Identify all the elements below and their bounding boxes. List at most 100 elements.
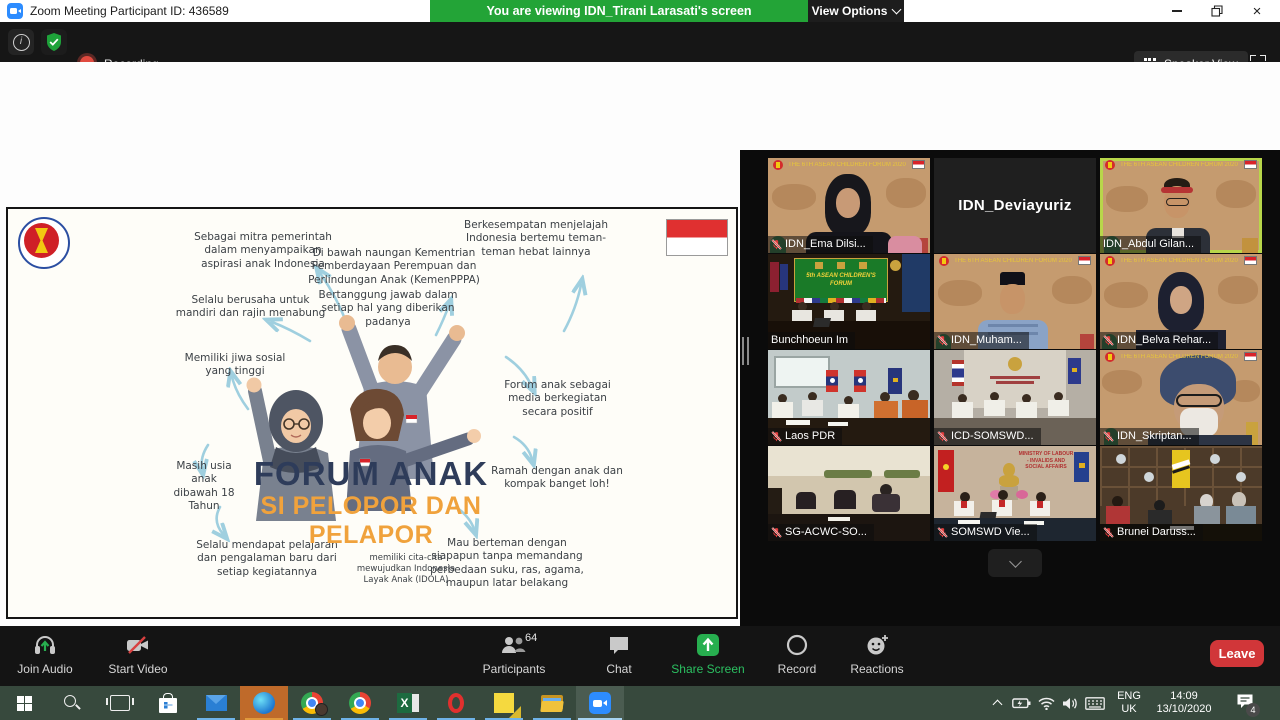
mic-muted-icon [1103, 527, 1114, 538]
start-button[interactable] [0, 686, 48, 720]
record-button[interactable]: Record [752, 631, 842, 676]
video-tile-icd-somswd[interactable]: ICD-SOMSWD... [934, 350, 1096, 445]
close-icon: × [1253, 3, 1262, 20]
ministry-banner-text: MINISTRY OF LABOUR - INVALIDS AND SOCIAL… [1018, 451, 1074, 471]
indonesia-flag-icon [912, 160, 925, 169]
tile-banner-text: THE 6TH ASEAN CHILDREN FORUM 2020 [782, 162, 912, 168]
opera-browser-button[interactable] [432, 686, 480, 720]
chevron-down-icon [892, 5, 902, 15]
participants-button[interactable]: 64 Participants [469, 631, 559, 676]
notification-count-badge: 4 [1246, 703, 1260, 717]
restore-button[interactable] [1197, 0, 1237, 22]
video-tile-laos[interactable]: Laos PDR [768, 350, 930, 445]
participant-name: SG-ACWC-SO... [785, 526, 867, 538]
sticky-note-icon [494, 693, 514, 713]
windows-logo-icon [17, 696, 32, 711]
indonesia-flag-icon [1244, 160, 1257, 169]
zoom-taskbar-button[interactable] [576, 686, 624, 720]
indonesia-flag-icon [1244, 352, 1257, 361]
folder-icon [541, 695, 563, 712]
video-tile-deviayuriz[interactable]: IDN_Deviayuriz [934, 158, 1096, 253]
video-tile-somswd-vietnam[interactable]: MINISTRY OF LABOUR - INVALIDS AND SOCIAL… [934, 446, 1096, 541]
infographic-note: Berkesempatan menjelajah Indonesia berte… [456, 219, 616, 259]
volume-icon[interactable] [1058, 686, 1082, 720]
minimize-button[interactable] [1157, 0, 1197, 22]
view-options-label: View Options [812, 4, 888, 18]
video-tile-abdul-active-speaker[interactable]: THE 6TH ASEAN CHILDREN FORUM 2020 IDN_Ab… [1100, 158, 1262, 253]
department-emblem-icon [1008, 357, 1022, 371]
close-button[interactable]: × [1237, 0, 1277, 22]
infographic-note: Selalu berusaha untuk mandiri dan rajin … [173, 294, 328, 321]
chat-button[interactable]: Chat [584, 631, 654, 676]
meeting-info-button[interactable]: i [8, 29, 34, 55]
info-icon: i [13, 34, 30, 51]
minimize-icon [1172, 10, 1182, 12]
strip-resize-handle[interactable] [742, 337, 750, 365]
microsoft-store-button[interactable] [144, 686, 192, 720]
mic-muted-icon [1103, 431, 1114, 442]
video-tile-brunei[interactable]: Brunei Daruss... [1100, 446, 1262, 541]
search-icon [63, 694, 81, 712]
chat-label: Chat [584, 662, 654, 676]
video-tile-sg-acwc[interactable]: SG-ACWC-SO... [768, 446, 930, 541]
chrome-browser-button[interactable] [336, 686, 384, 720]
security-button[interactable] [41, 29, 67, 55]
thailand-flag-icon [952, 360, 964, 386]
reactions-smiley-icon [864, 632, 890, 658]
viewing-screen-banner: You are viewing IDN_Tirani Larasati's sc… [430, 0, 808, 22]
chat-bubble-icon [607, 633, 631, 657]
join-audio-button[interactable]: Join Audio [0, 631, 90, 676]
video-tile-belva[interactable]: THE 6TH ASEAN CHILDREN FORUM 2020 IDN_Be… [1100, 254, 1262, 349]
mic-muted-icon [771, 239, 782, 250]
start-video-label: Start Video [93, 662, 183, 676]
video-tile-bunchhoeun[interactable]: 5th ASEAN CHILDREN'S FORUM Bunchhoeun Im [768, 254, 930, 349]
wifi-icon[interactable] [1034, 686, 1058, 720]
edge-browser-button[interactable] [240, 686, 288, 720]
language-indicator[interactable]: ENGUK [1110, 686, 1148, 720]
indonesia-flag-icon [1078, 256, 1091, 265]
shared-infographic-panel: Sebagai mitra pemerintah dalam menyampai… [6, 207, 738, 619]
file-explorer-button[interactable] [528, 686, 576, 720]
windows-taskbar: X ENGUK 14:0913/10/2020 4 [0, 686, 1280, 720]
mail-app-button[interactable] [192, 686, 240, 720]
infographic-note: Forum anak sebagai media berkegiatan sec… [495, 379, 620, 419]
edge-icon [253, 692, 275, 714]
video-tile-skriptan[interactable]: THE 6TH ASEAN CHILDREN FORUM 2020 IDN_Sk… [1100, 350, 1262, 445]
mic-muted-icon [1103, 335, 1114, 346]
participant-name: ICD-SOMSWD... [951, 430, 1034, 442]
task-view-button[interactable] [96, 686, 144, 720]
reactions-button[interactable]: Reactions [832, 631, 922, 676]
taskbar-date: 13/10/2020 [1156, 703, 1211, 716]
chrome-profile-button[interactable] [288, 686, 336, 720]
sticky-notes-button[interactable] [480, 686, 528, 720]
zoom-control-bar: Join Audio Start Video [0, 626, 1280, 686]
asean-emblem-icon [890, 260, 901, 271]
collapse-video-strip-button[interactable] [988, 549, 1042, 577]
battery-icon[interactable] [1008, 686, 1034, 720]
taskbar-search-button[interactable] [48, 686, 96, 720]
participant-name: Bunchhoeun Im [771, 334, 848, 346]
taskbar-time: 14:09 [1156, 690, 1211, 703]
touch-keyboard-icon[interactable] [1082, 686, 1108, 720]
leave-button[interactable]: Leave [1210, 640, 1264, 667]
tray-show-hidden-icons[interactable] [986, 686, 1008, 720]
clock-indicator[interactable]: 14:0913/10/2020 [1148, 686, 1220, 720]
start-video-button[interactable]: Start Video [93, 631, 183, 676]
indonesia-flag-icon [1244, 256, 1257, 265]
infographic-note: Di bawah naungan Kementrian Pemberdayaan… [308, 247, 480, 287]
video-tile-ema[interactable]: THE 6TH ASEAN CHILDREN FORUM 2020 IDN_Em… [768, 158, 930, 253]
mic-muted-icon [937, 527, 948, 538]
view-options-button[interactable]: View Options [808, 0, 904, 22]
zoom-app-window: Zoom Meeting Participant ID: 436589 You … [0, 0, 1280, 720]
acf-banner-text: 5th ASEAN CHILDREN'S FORUM [795, 273, 887, 289]
excel-app-button[interactable]: X [384, 686, 432, 720]
infographic-title: FORUM ANAK SI PELOPOR DAN PELAPOR [216, 455, 526, 550]
participants-count: 64 [525, 632, 537, 644]
language-code: ENG [1117, 690, 1141, 703]
action-center-button[interactable]: 4 [1228, 686, 1262, 720]
participant-name: IDN_Deviayuriz [934, 158, 1096, 253]
video-tile-muham[interactable]: THE 6TH ASEAN CHILDREN FORUM 2020 IDN_Mu… [934, 254, 1096, 349]
participant-name: IDN_Muham... [951, 334, 1022, 346]
restore-icon [1211, 5, 1223, 17]
share-screen-button[interactable]: Share Screen [663, 631, 753, 676]
